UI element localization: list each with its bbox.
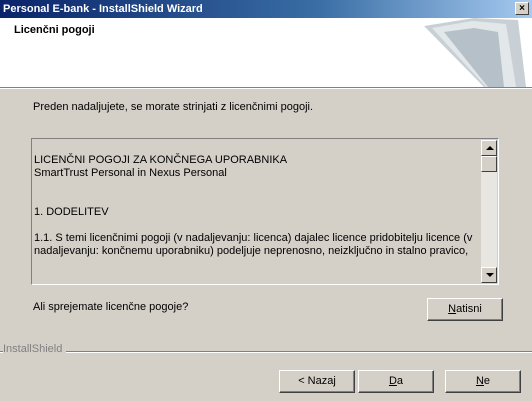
close-icon: × [519,3,525,14]
scroll-up-icon[interactable] [481,140,497,156]
footer-divider [0,351,532,353]
wizard-graphic-icon [424,18,526,87]
header-separator [0,88,532,89]
license-line: 1.1. S temi licenčnimi pogoji (v nadalje… [34,232,473,257]
wizard-header: Licenčni pogoji [0,18,532,88]
scroll-thumb[interactable] [481,156,497,172]
page-title: Licenčni pogoji [14,24,95,36]
vertical-scrollbar[interactable] [481,140,497,283]
accept-question: Ali sprejemate licenčne pogoje? [33,301,189,313]
close-button[interactable]: × [515,2,529,15]
license-line: SmartTrust Personal in Nexus Personal [34,167,227,179]
installer-window: Personal E-bank - InstallShield Wizard ×… [0,0,532,401]
yes-button[interactable]: Da [358,370,434,393]
license-line: LICENČNI POGOJI ZA KONČNEGA UPORABNIKA [34,154,288,166]
intro-text: Preden nadaljujete, se morate strinjati … [33,101,314,113]
license-spacer [34,180,480,206]
back-button[interactable]: < Nazaj [279,370,355,393]
license-textbox[interactable]: LICENČNI POGOJI ZA KONČNEGA UPORABNIKA S… [31,138,499,285]
window-title: Personal E-bank - InstallShield Wizard [3,3,203,15]
title-bar[interactable]: Personal E-bank - InstallShield Wizard × [0,0,532,18]
license-content: LICENČNI POGOJI ZA KONČNEGA UPORABNIKA S… [34,154,480,258]
license-spacer [34,219,480,232]
installshield-label: InstallShield [3,343,67,355]
no-button[interactable]: Ne [445,370,521,393]
print-button[interactable]: Natisni [427,298,503,321]
scroll-down-icon[interactable] [481,267,497,283]
license-line: 1. DODELITEV [34,206,109,218]
